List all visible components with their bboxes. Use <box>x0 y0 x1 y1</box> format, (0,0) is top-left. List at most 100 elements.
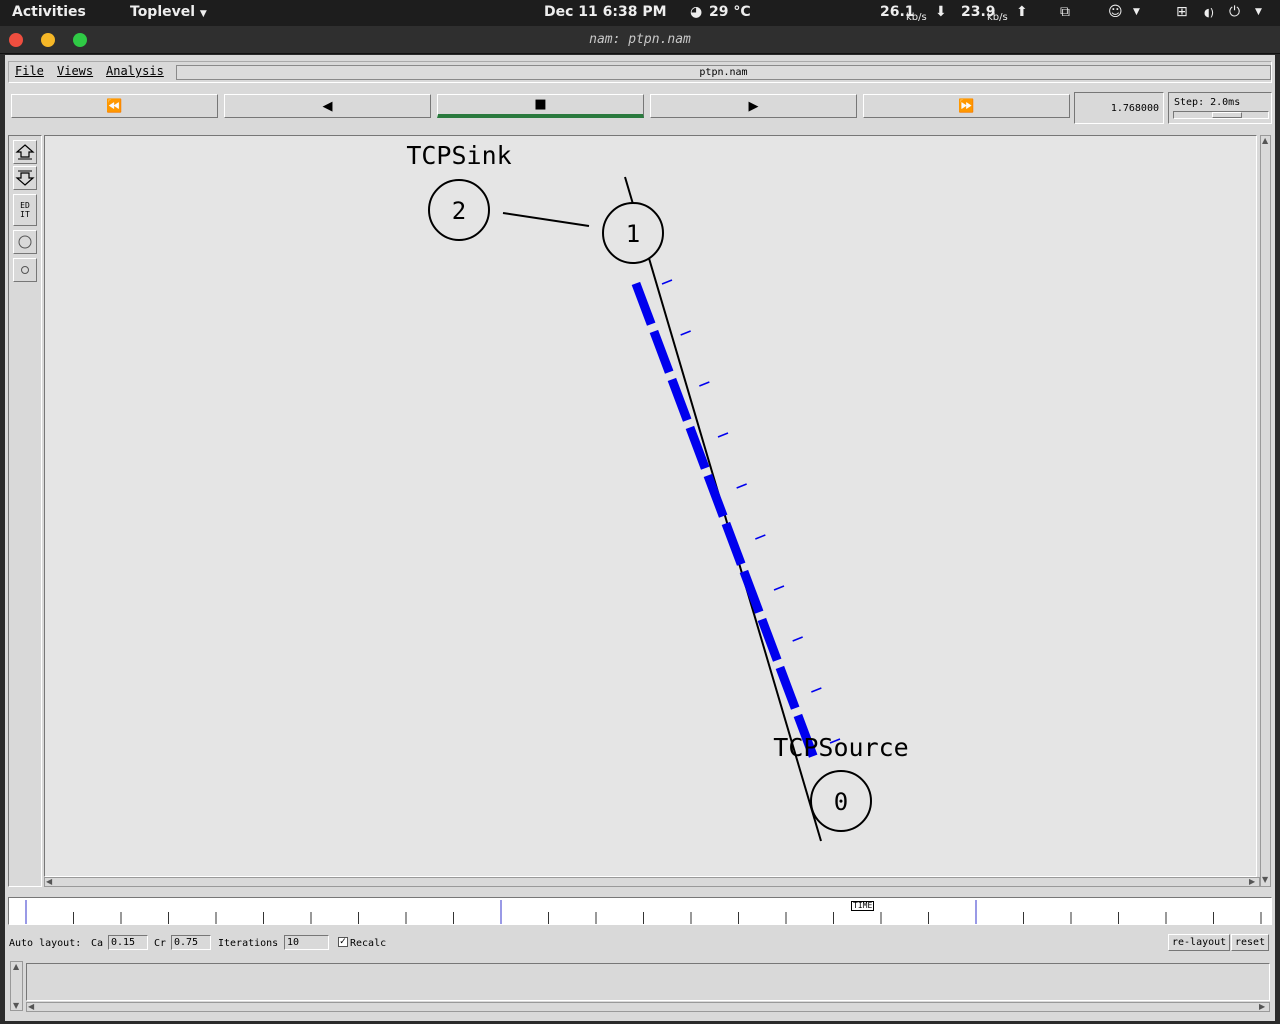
ca-label: Ca <box>91 938 104 949</box>
network-canvas[interactable]: 2 TCPSink 1 0 TCPSource <box>44 135 1257 877</box>
activities-button[interactable]: Activities <box>12 4 86 20</box>
menu-bar: File Views Analysis ptpn.nam <box>8 61 1272 83</box>
rewind-icon: ⏪ <box>106 98 123 114</box>
annotation-vertical-scrollbar[interactable]: ▲ ▼ <box>10 961 23 1011</box>
ack-packet[interactable] <box>755 534 766 540</box>
network-icon[interactable]: ⊞ <box>1176 4 1188 20</box>
window-title-bar[interactable]: nam: ptpn.nam <box>0 26 1280 54</box>
relayout-button[interactable]: re-layout <box>1168 934 1231 951</box>
tool-strip: ED IT <box>8 135 42 887</box>
chevron-down-icon[interactable]: ▼ <box>1133 7 1140 17</box>
link-2-1[interactable] <box>502 212 590 227</box>
time-ticks <box>25 900 1262 924</box>
scroll-up-icon[interactable]: ▲ <box>1262 137 1268 145</box>
packet[interactable] <box>757 617 782 662</box>
vertical-scrollbar[interactable]: ▲ ▼ <box>1260 135 1271 887</box>
volume-icon[interactable]: ◖) <box>1204 6 1214 19</box>
scroll-left-icon[interactable]: ◀ <box>28 1003 34 1011</box>
node-0[interactable]: 0 <box>810 770 872 832</box>
time-slider-thumb[interactable]: TIME <box>851 901 875 911</box>
play-icon: ▶ <box>748 98 759 114</box>
step-control: Step: 2.0ms <box>1168 92 1272 124</box>
node-id-label: 0 <box>834 788 848 816</box>
rewind-button[interactable]: ⏪ <box>11 94 218 118</box>
step-slider[interactable] <box>1173 111 1269 119</box>
net-up-unit: kb/s <box>987 12 1008 23</box>
ca-input[interactable]: 0.15 <box>108 935 148 950</box>
ack-packet[interactable] <box>680 330 691 336</box>
app-menu[interactable]: Toplevel ▼ <box>130 4 207 20</box>
node-tool-button[interactable] <box>13 230 37 254</box>
scroll-down-icon[interactable]: ▼ <box>1262 876 1268 884</box>
packet[interactable] <box>667 377 692 422</box>
recalc-checkbox[interactable]: ✓ <box>338 937 348 947</box>
nam-main-window: File Views Analysis ptpn.nam ⏪ ◀ ■ ▶ ⏩ 1… <box>5 55 1275 1021</box>
weather-temp[interactable]: 29 °C <box>709 4 751 20</box>
menu-analysis[interactable]: Analysis <box>106 64 164 78</box>
annotation-horizontal-scrollbar[interactable]: ◀ ▶ <box>26 1002 1270 1012</box>
app-menu-label: Toplevel <box>130 4 196 20</box>
play-forward-button[interactable]: ▶ <box>650 94 857 118</box>
weather-icon: ◕ <box>690 4 703 20</box>
window-title: nam: ptpn.nam <box>589 32 691 47</box>
fast-forward-button[interactable]: ⏩ <box>863 94 1070 118</box>
packet[interactable] <box>721 521 746 566</box>
reset-button[interactable]: reset <box>1231 934 1270 951</box>
scroll-left-icon[interactable]: ◀ <box>46 878 52 886</box>
accessibility-icon[interactable]: ☺ <box>1108 4 1123 20</box>
arrow-up-icon: ⬆ <box>1016 4 1028 20</box>
scroll-down-icon[interactable]: ▼ <box>13 1002 19 1010</box>
network-topology[interactable]: 2 TCPSink 1 0 TCPSource <box>45 136 1257 877</box>
arrow-down-icon: ⬇ <box>935 4 947 20</box>
ack-packet[interactable] <box>661 279 673 285</box>
screen-icon[interactable]: ⧉ <box>1060 4 1070 20</box>
scroll-right-icon[interactable]: ▶ <box>1259 1003 1265 1011</box>
ack-packet[interactable] <box>736 483 747 489</box>
system-top-bar: Activities Toplevel ▼ Dec 11 6:38 PM ◕ 2… <box>0 0 1280 26</box>
auto-layout-label: Auto layout: <box>9 938 82 949</box>
node-1[interactable]: 1 <box>602 202 664 264</box>
packet[interactable] <box>685 425 710 470</box>
cr-label: Cr <box>154 938 167 949</box>
ack-packet[interactable] <box>773 585 785 591</box>
trace-filename: ptpn.nam <box>176 65 1271 80</box>
small-node-tool-button[interactable] <box>13 258 37 282</box>
edit-label: ED IT <box>20 201 30 219</box>
edit-button[interactable]: ED IT <box>13 194 37 226</box>
menu-views[interactable]: Views <box>57 64 93 78</box>
horizontal-scrollbar[interactable]: ◀ ▶ <box>44 877 1260 887</box>
packet[interactable] <box>775 665 800 710</box>
clock[interactable]: Dec 11 6:38 PM <box>544 4 667 20</box>
chevron-down-icon[interactable]: ▼ <box>1255 7 1262 17</box>
annotation-panel: ▲ ▼ ◀ ▶ <box>8 961 1272 1015</box>
ack-packet[interactable] <box>699 381 710 387</box>
power-icon[interactable]: ⏻ <box>1229 4 1240 20</box>
packet[interactable] <box>631 281 656 326</box>
step-label: Step: 2.0ms <box>1174 97 1241 108</box>
node-2[interactable]: 2 <box>428 179 490 241</box>
cr-input[interactable]: 0.75 <box>171 935 211 950</box>
zoom-out-icon <box>15 170 35 186</box>
ack-packet[interactable] <box>717 432 729 438</box>
zoom-out-button[interactable] <box>13 166 37 190</box>
step-slider-thumb[interactable] <box>1212 112 1242 118</box>
checkmark-icon: ✓ <box>339 937 347 947</box>
ack-packet[interactable] <box>811 687 822 693</box>
net-down-unit: kb/s <box>906 12 927 23</box>
menu-file[interactable]: File <box>15 64 44 78</box>
iterations-input[interactable]: 10 <box>284 935 329 950</box>
small-circle-icon <box>21 266 29 274</box>
scroll-up-icon[interactable]: ▲ <box>13 963 19 971</box>
time-slider[interactable]: TIME <box>8 897 1272 925</box>
playback-controls: ⏪ ◀ ■ ▶ ⏩ 1.768000 Step: 2.0ms <box>8 90 1272 126</box>
annotation-list[interactable] <box>26 963 1270 1001</box>
scroll-right-icon[interactable]: ▶ <box>1249 878 1255 886</box>
stop-icon: ■ <box>534 97 547 112</box>
stop-button[interactable]: ■ <box>437 94 644 118</box>
agent-label: TCPSource <box>773 733 908 762</box>
ack-packet[interactable] <box>792 636 803 642</box>
play-backward-button[interactable]: ◀ <box>224 94 431 118</box>
packet[interactable] <box>649 329 674 374</box>
zoom-in-button[interactable] <box>13 140 37 164</box>
iterations-label: Iterations <box>218 938 279 949</box>
